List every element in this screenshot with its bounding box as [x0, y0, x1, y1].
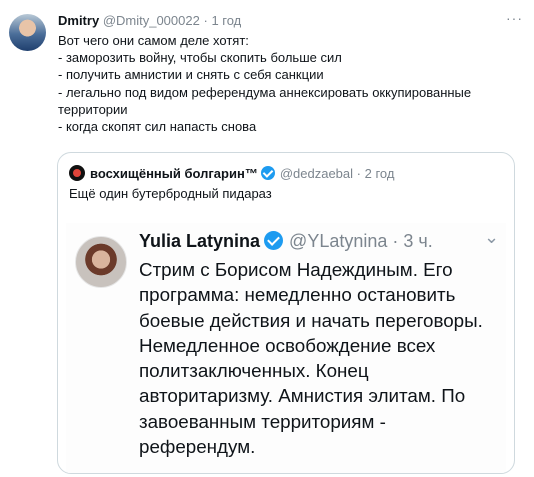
screenshot-timestamp: 3 ч. — [403, 231, 433, 251]
screenshot-header: Yulia Latynina @YLatynina · 3 ч. — [139, 231, 433, 252]
tweet-line: Вот чего они самом деле хотят: — [58, 33, 249, 48]
verified-icon — [264, 231, 284, 250]
timestamp[interactable]: 1 год — [211, 13, 241, 28]
tweet-line: - когда скопят сил напасть снова — [58, 119, 257, 135]
avatar[interactable] — [9, 14, 46, 51]
quoted-tweet-text: Ещё один бутербродный пидараз — [69, 186, 272, 201]
quoted-tweet[interactable]: восхищённый болгарин™ @dedzaebal · 2 год … — [57, 152, 515, 474]
tweet-line: - заморозить войну, чтобы скопить больше… — [58, 50, 342, 66]
screenshot-avatar — [75, 236, 127, 288]
screenshot-line: авторитаризму. Амнистия элитам. По — [139, 385, 466, 407]
verified-icon — [260, 166, 275, 180]
screenshot-line: политзаключенных. Конец — [139, 360, 369, 382]
screenshot-line: Стрим с Борисом Надеждиным. Его — [139, 259, 453, 280]
author-name[interactable]: Dmitry — [58, 13, 99, 28]
tweet-line: - легально под видом референдума аннекси… — [58, 84, 472, 100]
tweet-line: территории — [58, 101, 128, 117]
author-handle[interactable]: @Dmity_000022 — [103, 13, 200, 28]
separator: · — [356, 166, 361, 181]
quoted-image-screenshot[interactable]: Yulia Latynina @YLatynina · 3 ч. ⌄ Стрим … — [66, 223, 506, 473]
more-icon[interactable]: ··· — [506, 10, 523, 26]
tweet-header: Dmitry @Dmity_000022 · 1 год — [58, 13, 241, 28]
screenshot-author-handle: @YLatynina — [289, 231, 388, 251]
screenshot-author-name: Yulia Latynina — [139, 231, 261, 251]
screenshot-line: завоеванным территориям - — [139, 410, 386, 432]
screenshot-line: боевые действия и начать переговоры. — [139, 309, 483, 331]
quoted-tweet-header: восхищённый болгарин™ @dedzaebal · 2 год — [69, 165, 394, 181]
tweet-text: Вот чего они самом деле хотят: - замороз… — [58, 32, 528, 135]
separator: · — [392, 231, 399, 251]
chevron-down-icon: ⌄ — [484, 227, 500, 247]
quoted-author-handle[interactable]: @dedzaebal — [280, 166, 353, 181]
quoted-timestamp[interactable]: 2 год — [365, 166, 395, 181]
quoted-author-name[interactable]: восхищённый болгарин™ — [90, 166, 258, 181]
separator: · — [203, 13, 208, 28]
screenshot-line: Немедленное освобождение всех — [139, 334, 436, 356]
tweet-line: - получить амнистии и снять с себя санкц… — [58, 67, 324, 83]
screenshot-line: референдум. — [139, 436, 256, 458]
screenshot-text: Стрим с Борисом Надеждиным. Его программ… — [139, 257, 504, 459]
screenshot-line: программа: немедленно остановить — [139, 284, 456, 306]
quoted-avatar[interactable] — [69, 165, 85, 181]
tweet[interactable]: Dmitry @Dmity_000022 · 1 год ··· Вот чег… — [0, 0, 534, 477]
